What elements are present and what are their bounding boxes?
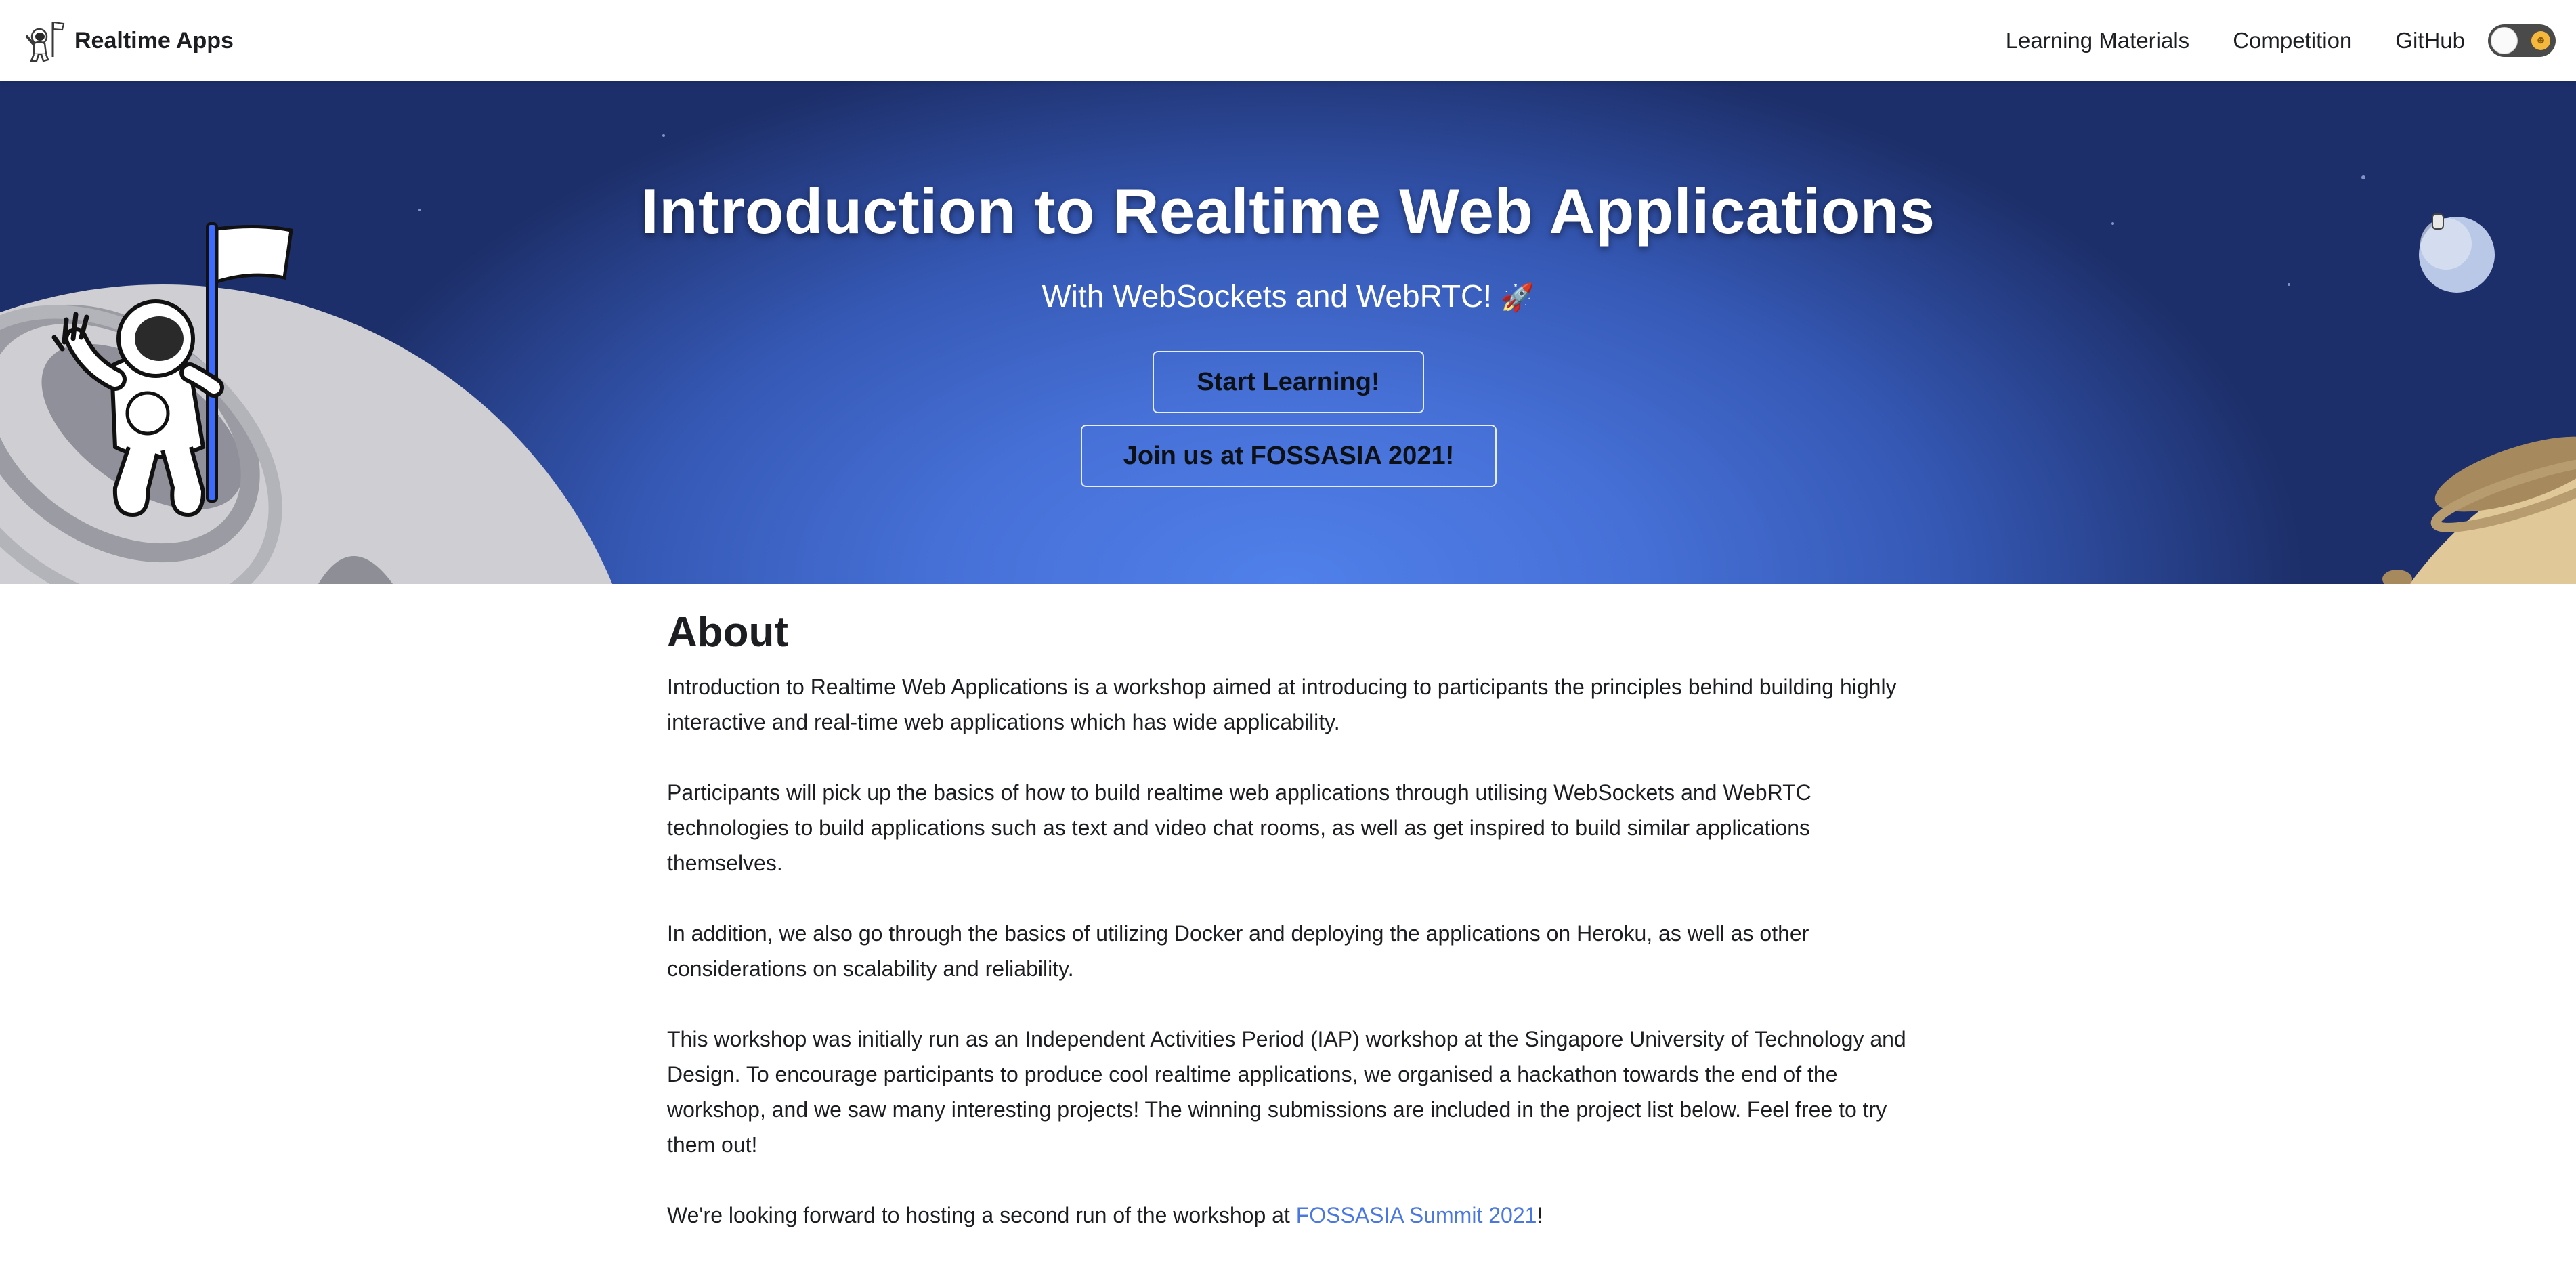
brand-title: Realtime Apps bbox=[74, 27, 234, 54]
about-paragraph-final: We're looking forward to hosting a secon… bbox=[667, 1198, 1910, 1233]
hero-banner: Introduction to Realtime Web Application… bbox=[0, 81, 2576, 584]
navbar: Realtime Apps Learning Materials Competi… bbox=[0, 0, 2576, 81]
tan-planet-icon bbox=[2382, 436, 2576, 584]
about-section: About Introduction to Realtime Web Appli… bbox=[667, 604, 1910, 1268]
about-final-text-after: ! bbox=[1537, 1203, 1543, 1227]
astronaut-logo-icon bbox=[26, 21, 65, 62]
nav-links: Learning Materials Competition GitHub ☻ bbox=[1962, 24, 2556, 57]
sun-icon: ☻ bbox=[2531, 31, 2550, 50]
hero-subtitle-text: With WebSockets and WebRTC! bbox=[1042, 278, 1493, 314]
about-paragraph: Participants will pick up the basics of … bbox=[667, 780, 1811, 875]
hero-illustration bbox=[0, 134, 2576, 584]
nav-link-learning-materials[interactable]: Learning Materials bbox=[2006, 28, 2189, 54]
about-paragraph: This workshop was initially run as an In… bbox=[667, 1027, 1906, 1157]
brand-link[interactable]: Realtime Apps bbox=[19, 16, 234, 65]
fossasia-summit-link[interactable]: FOSSASIA Summit 2021 bbox=[1296, 1203, 1537, 1227]
theme-toggle[interactable]: ☻ bbox=[2488, 24, 2556, 57]
rocket-icon: 🚀 bbox=[1500, 283, 1534, 313]
about-title: About bbox=[667, 609, 789, 656]
hero-subtitle: With WebSockets and WebRTC! 🚀 bbox=[0, 278, 2576, 314]
about-paragraph: In addition, we also go through the basi… bbox=[667, 921, 1809, 981]
join-fossasia-button[interactable]: Join us at FOSSASIA 2021! bbox=[1081, 425, 1497, 487]
about-final-text-before: We're looking forward to hosting a secon… bbox=[667, 1203, 1296, 1227]
start-learning-button[interactable]: Start Learning! bbox=[1153, 351, 1424, 413]
about-paragraph: Introduction to Realtime Web Application… bbox=[667, 675, 1897, 734]
toggle-thumb bbox=[2491, 27, 2518, 54]
nav-link-competition[interactable]: Competition bbox=[2233, 28, 2352, 54]
nav-link-github[interactable]: GitHub bbox=[2395, 28, 2465, 54]
hero-title: Introduction to Realtime Web Application… bbox=[641, 175, 1935, 247]
